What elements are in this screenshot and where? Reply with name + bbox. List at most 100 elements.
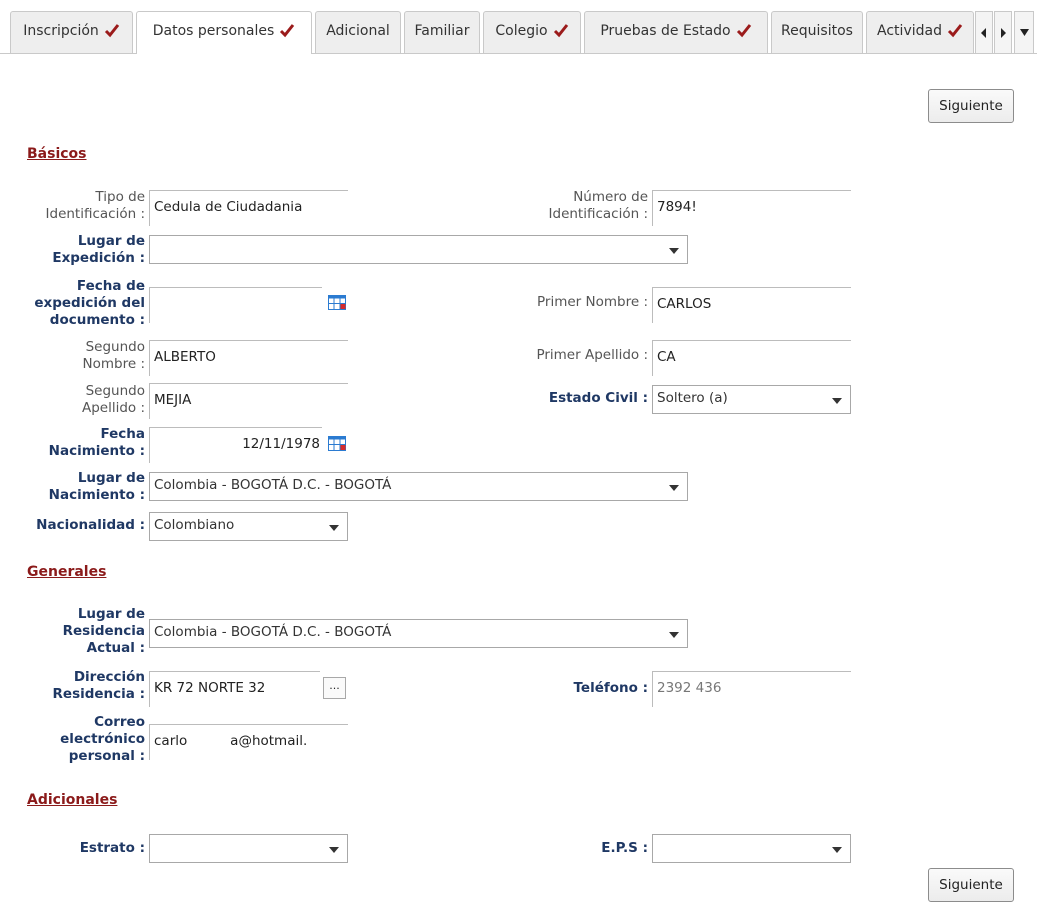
tab-adicional[interactable]: Adicional [315,11,401,53]
primer-apellido-field[interactable]: CA [652,340,851,376]
chevron-down-icon [669,485,679,491]
segundo-apellido-field[interactable]: MEJIA [149,383,348,419]
chevron-down-icon [329,525,339,531]
lugar-expedicion-select[interactable] [149,235,688,264]
tab-pruebas-de-estado[interactable]: Pruebas de Estado [584,11,768,53]
check-icon [553,23,568,37]
tab-actividad[interactable]: Actividad [866,11,974,53]
lugar-nacimiento-select[interactable]: Colombia - BOGOTÁ D.C. - BOGOTÁ [149,472,688,501]
label-line: Segundo [85,339,145,355]
label-line: Número de [573,189,648,205]
tab-colegio[interactable]: Colegio [483,11,581,53]
primer-nombre-label: Primer Nombre : [537,294,648,310]
tab-label: Inscripción [23,22,99,39]
estado-civil-select[interactable]: Soltero (a) [652,385,851,414]
label-line: documento : [49,312,145,328]
label-line: Identificación : [45,206,145,222]
direccion-residencia-label: Dirección Residencia : [20,669,145,703]
chevron-down-icon [329,847,339,853]
lugar-residencia-select[interactable]: Colombia - BOGOTÁ D.C. - BOGOTÁ [149,619,688,648]
tab-list-dropdown-button[interactable] [1014,11,1034,53]
tab-scroll-left-button[interactable] [975,11,993,53]
numero-identificacion-field[interactable]: 7894! [652,190,851,226]
segundo-nombre-label: Segundo Nombre : [20,339,145,373]
chevron-down-icon [669,632,679,638]
select-value: Colombiano [154,517,235,533]
chevron-right-icon [1001,27,1006,38]
segundo-nombre-field[interactable]: ALBERTO [149,340,348,376]
correo-field[interactable]: carlo a@hotmail. [149,724,348,760]
label-line: Nombre : [82,356,145,372]
tab-scroll-right-button[interactable] [994,11,1012,53]
lugar-nacimiento-label: Lugar de Nacimiento : [20,470,145,504]
label-line: electrónico [60,731,145,747]
next-button-top[interactable]: Siguiente [928,89,1014,123]
fecha-nacimiento-field[interactable]: 12/11/1978 [149,427,322,463]
fecha-nacimiento-label: Fecha Nacimiento : [20,426,145,460]
tab-label: Actividad [877,22,942,39]
telefono-label: Teléfono : [573,680,649,696]
fecha-expedicion-field[interactable] [149,287,322,323]
telefono-field[interactable]: 2392 436 [652,671,851,707]
tab-familiar[interactable]: Familiar [404,11,480,53]
next-button-bottom[interactable]: Siguiente [928,868,1014,902]
section-title-basicos: Básicos [27,146,87,162]
lugar-expedicion-label: Lugar de Expedición : [20,233,145,267]
tab-bar: Inscripción Datos personales Adicional F… [0,0,1037,54]
label-line: Lugar de [77,606,145,622]
label-line: personal : [68,748,145,764]
tab-inscripcion[interactable]: Inscripción [10,11,133,53]
chevron-left-icon [981,27,986,38]
select-value: Soltero (a) [657,390,728,406]
label-line: Fecha [100,426,145,442]
label-line: Expedición : [52,250,145,266]
eps-label: E.P.S : [601,840,648,856]
fecha-expedicion-label: Fecha de expedición del documento : [20,278,145,329]
tab-requisitos[interactable]: Requisitos [771,11,863,53]
numero-identificacion-label: Número de Identificación : [500,189,648,223]
primer-nombre-field[interactable]: CARLOS [652,287,851,323]
tab-datos-personales[interactable]: Datos personales [136,11,312,54]
label-line: Lugar de [77,233,145,249]
check-icon [280,24,295,38]
nacionalidad-label: Nacionalidad : [36,517,145,533]
label-line: Lugar de [77,470,145,486]
tab-label: Requisitos [781,22,853,39]
chevron-down-icon [669,248,679,254]
primer-apellido-label: Primer Apellido : [536,347,648,363]
tab-label: Familiar [414,22,470,39]
label-line: Dirección [73,669,145,685]
segundo-apellido-label: Segundo Apellido : [20,383,145,417]
estado-civil-label: Estado Civil : [548,390,648,406]
lugar-residencia-label: Lugar de Residencia Actual : [20,606,145,657]
tab-label: Datos personales [152,23,275,39]
estrato-select[interactable] [149,834,348,863]
label-line: Identificación : [548,206,648,222]
calendar-icon[interactable] [328,295,346,310]
eps-select[interactable] [652,834,851,863]
chevron-down-icon [832,398,842,404]
direccion-residencia-field[interactable]: KR 72 NORTE 32 [149,671,320,707]
section-title-adicionales: Adicionales [27,792,118,808]
label-line: Correo [94,714,145,730]
label-line: expedición del [34,295,145,311]
label-line: Apellido : [81,400,145,416]
label-line: Tipo de [95,189,145,205]
select-value: Colombia - BOGOTÁ D.C. - BOGOTÁ [154,624,392,640]
label-line: Nacimiento : [48,487,145,503]
estrato-label: Estrato : [79,840,145,856]
address-builder-button[interactable]: ... [323,677,346,699]
tipo-identificacion-label: Tipo de Identificación : [20,189,145,223]
nacionalidad-select[interactable]: Colombiano [149,512,348,541]
label-line: Nacimiento : [48,443,145,459]
correo-label: Correo electrónico personal : [20,714,145,765]
tipo-identificacion-field[interactable]: Cedula de Ciudadania [149,190,348,226]
label-line: Fecha de [76,278,145,294]
section-title-generales: Generales [27,564,107,580]
chevron-down-icon [1019,29,1029,36]
label-line: Residencia [62,623,145,639]
label-line: Segundo [85,383,145,399]
calendar-icon[interactable] [328,436,346,451]
check-icon [736,23,751,37]
select-value: Colombia - BOGOTÁ D.C. - BOGOTÁ [154,477,392,493]
